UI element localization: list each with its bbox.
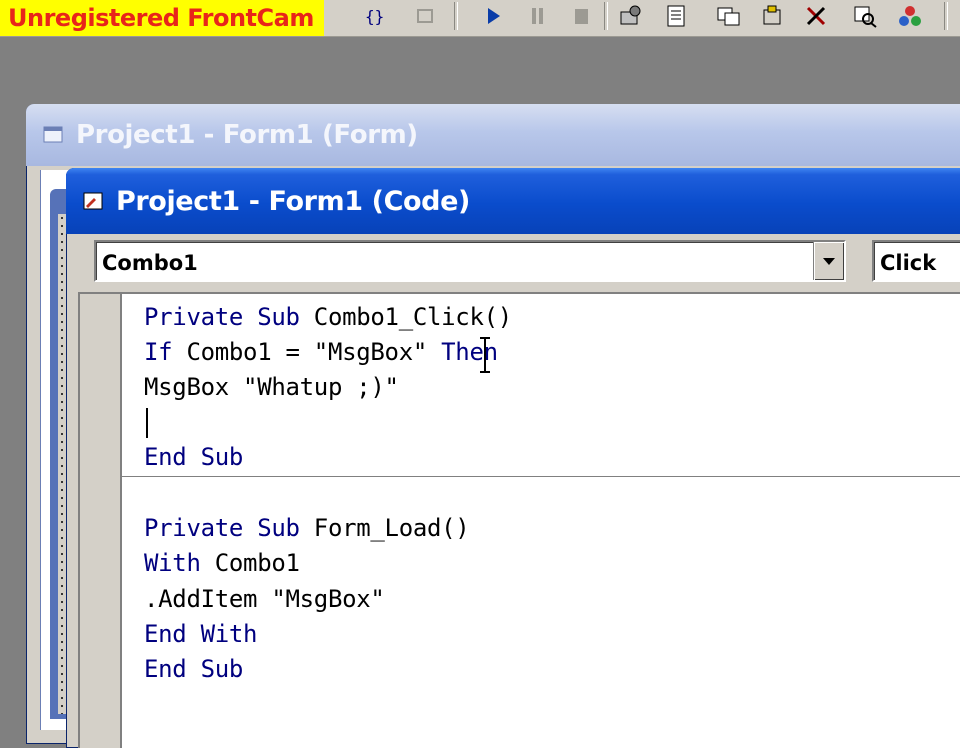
main-toolbar: {} Unregistered FrontCam: [0, 0, 960, 37]
code-editor[interactable]: Private Sub Combo1_Click() If Combo1 = "…: [122, 294, 960, 748]
stop-icon[interactable]: [566, 2, 596, 30]
svg-text:{}: {}: [365, 7, 384, 26]
procedure-dropdown[interactable]: Click: [872, 240, 960, 282]
toolbox-icon[interactable]: [802, 2, 832, 30]
code-window-titlebar[interactable]: Project1 - Form1 (Code): [66, 168, 960, 234]
margin-indicator-bar[interactable]: [80, 294, 122, 748]
undo-icon[interactable]: [410, 2, 440, 30]
properties-icon[interactable]: [662, 2, 692, 30]
procedure-separator: [122, 476, 960, 477]
frontcam-watermark: Unregistered FrontCam: [0, 0, 324, 36]
code-line[interactable]: Private Sub Combo1_Click(): [144, 300, 512, 334]
data-view-icon[interactable]: [850, 2, 880, 30]
form-window-title: Project1 - Form1 (Form): [76, 120, 418, 150]
code-window-title: Project1 - Form1 (Code): [116, 185, 470, 217]
object-dropdown[interactable]: Combo1: [94, 240, 846, 282]
text-caret: [146, 408, 148, 438]
object-browser-icon[interactable]: [758, 2, 788, 30]
run-icon[interactable]: [478, 2, 508, 30]
form-layout-icon[interactable]: [714, 2, 744, 30]
code-line[interactable]: With Combo1: [144, 546, 300, 580]
code-window[interactable]: Project1 - Form1 (Code) Combo1 Click Pri…: [66, 168, 960, 748]
code-line[interactable]: Private Sub Form_Load(): [144, 511, 470, 545]
form-window-icon: [42, 124, 66, 146]
code-line[interactable]: End With: [144, 617, 258, 651]
object-dropdown-value: Combo1: [102, 251, 198, 275]
toolbar-separator: [944, 2, 948, 30]
form-window-titlebar[interactable]: Project1 - Form1 (Form): [26, 104, 960, 166]
code-dropdown-row: Combo1 Click: [76, 234, 960, 294]
code-line[interactable]: .AddItem "MsgBox": [144, 582, 385, 616]
code-window-icon: [82, 190, 106, 212]
project-explorer-icon[interactable]: [616, 2, 646, 30]
code-line[interactable]: End Sub: [144, 440, 243, 474]
code-line[interactable]: End Sub: [144, 652, 243, 686]
procedure-dropdown-value: Click: [880, 251, 937, 275]
code-line[interactable]: If Combo1 = "MsgBox" Then: [144, 335, 498, 369]
toolbar-separator: [454, 2, 458, 30]
break-icon[interactable]: {}: [360, 2, 390, 30]
toolbar-separator: [604, 2, 608, 30]
code-editor-frame: Private Sub Combo1_Click() If Combo1 = "…: [78, 292, 960, 748]
ibeam-cursor-icon: [480, 337, 490, 373]
code-line[interactable]: MsgBox "Whatup ;)": [144, 370, 399, 404]
chevron-down-icon[interactable]: [813, 242, 844, 280]
component-icon[interactable]: [896, 2, 926, 30]
pause-icon[interactable]: [522, 2, 552, 30]
